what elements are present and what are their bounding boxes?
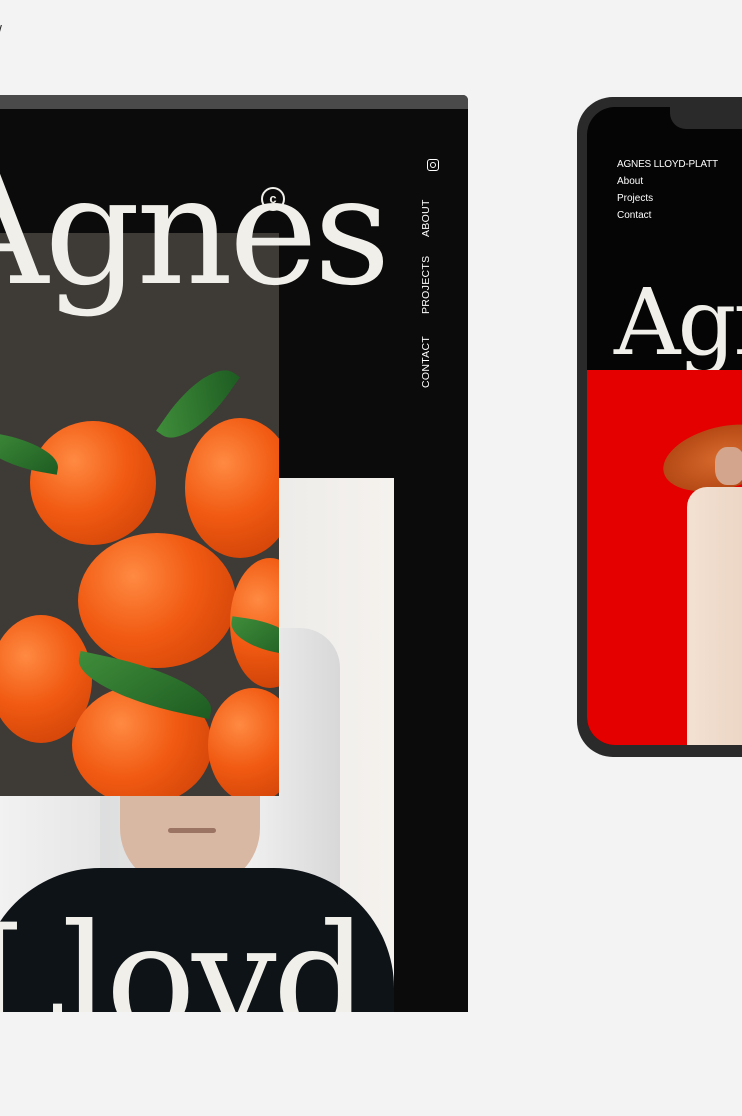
nav-about[interactable]: ABOUT <box>420 199 432 237</box>
headline-top: Agnes <box>0 145 391 319</box>
menu-item-about[interactable]: About <box>617 176 718 187</box>
orange <box>30 421 156 545</box>
headline-bottom: Lloyd <box>0 893 369 1012</box>
nav-contact[interactable]: CONTACT <box>420 336 432 388</box>
orange <box>208 688 279 796</box>
menu-item-contact[interactable]: Contact <box>617 210 718 221</box>
orange <box>185 418 279 558</box>
model-body <box>687 487 742 745</box>
browser-topbar <box>0 95 468 109</box>
instagram-icon[interactable] <box>427 159 439 171</box>
menu-item-projects[interactable]: Projects <box>617 193 718 204</box>
phone-screen: AGNES LLOYD-PLATT About Projects Contact… <box>587 107 742 745</box>
model-head <box>715 447 742 485</box>
nav-projects[interactable]: PROJECTS <box>420 256 432 314</box>
phone-headline: Agnes <box>614 269 742 376</box>
orange <box>78 533 236 668</box>
brand-name[interactable]: AGNES LLOYD-PLATT <box>617 159 718 170</box>
phone-notch <box>670 107 742 129</box>
copyright-icon: c <box>261 187 285 211</box>
mouth <box>168 828 216 833</box>
corner-mark: / <box>0 22 2 38</box>
phone-menu: AGNES LLOYD-PLATT About Projects Contact <box>617 159 718 227</box>
desktop-mockup: Agnes c Lloyd ABOUT PROJECTS CONTACT <box>0 95 468 1012</box>
phone-mockup: AGNES LLOYD-PLATT About Projects Contact… <box>577 97 742 757</box>
